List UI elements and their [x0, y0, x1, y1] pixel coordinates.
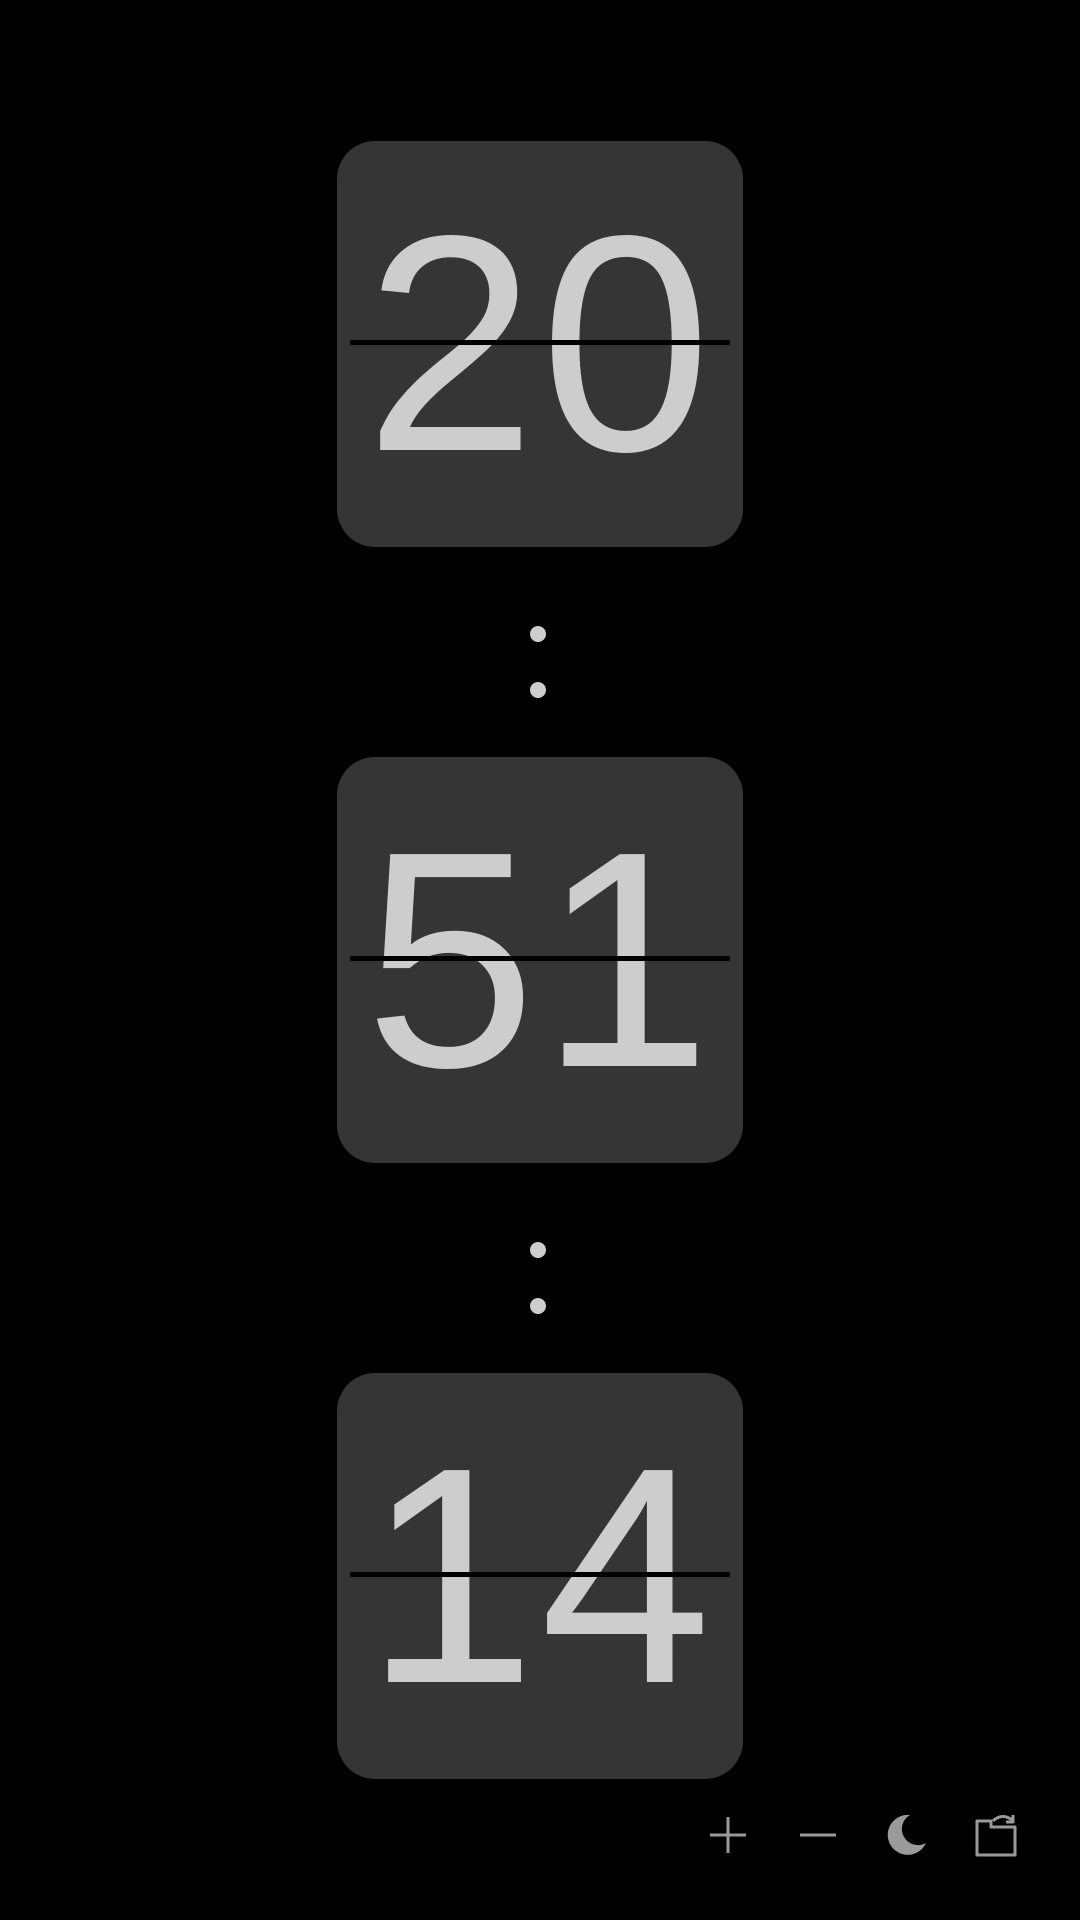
- moon-icon: [887, 1814, 926, 1855]
- decrease-size-button[interactable]: [790, 1810, 846, 1860]
- minus-icon: [800, 1833, 836, 1837]
- colon-dot: [530, 1242, 546, 1258]
- flip-divider: [350, 1572, 730, 1577]
- colon-dot: [530, 1298, 546, 1314]
- flip-divider: [350, 340, 730, 345]
- minutes-card: 51: [337, 757, 743, 1163]
- seconds-card: 14: [337, 1373, 743, 1779]
- colon-dot: [530, 682, 546, 698]
- colon-dot: [530, 626, 546, 642]
- flip-divider: [350, 956, 730, 961]
- plus-icon: [710, 1817, 746, 1853]
- rotate-screen-button[interactable]: [968, 1810, 1024, 1860]
- night-mode-button[interactable]: [878, 1810, 934, 1860]
- rotate-screen-icon: [975, 1815, 1017, 1857]
- hours-card: 20: [337, 141, 743, 547]
- increase-size-button[interactable]: [700, 1810, 756, 1860]
